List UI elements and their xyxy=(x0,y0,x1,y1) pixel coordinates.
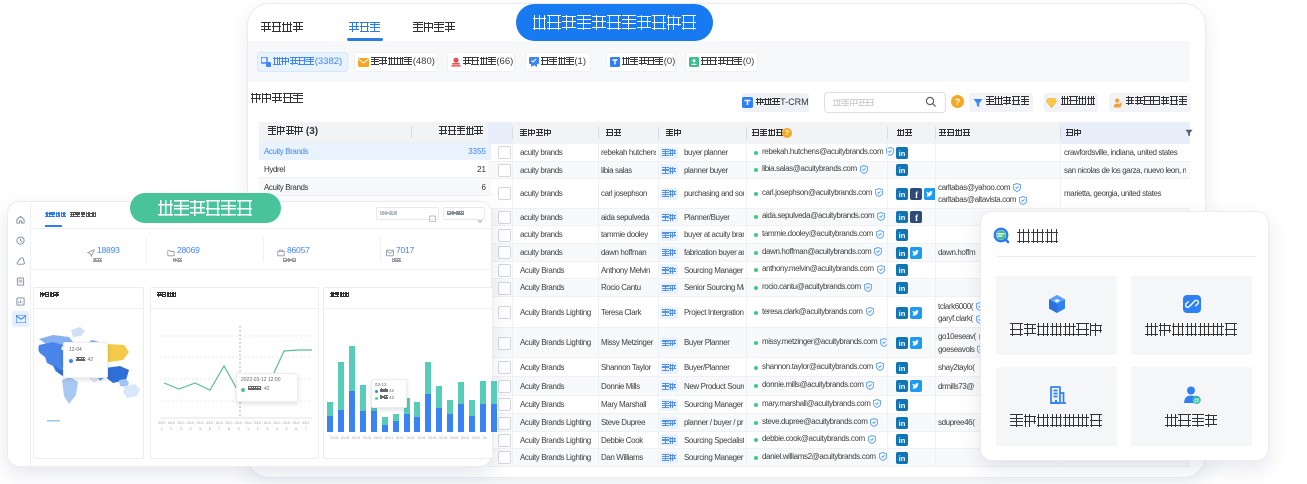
svg-text:in: in xyxy=(899,166,906,175)
svg-text:in: in xyxy=(899,266,906,275)
svg-text:in: in xyxy=(899,231,906,240)
svg-text:in: in xyxy=(899,419,906,428)
svg-text:@: @ xyxy=(1193,397,1200,404)
svg-text:in: in xyxy=(899,284,906,293)
svg-text:in: in xyxy=(899,339,906,348)
svg-text:in: in xyxy=(899,454,906,463)
svg-text:in: in xyxy=(899,149,906,158)
svg-text:in: in xyxy=(899,249,906,258)
svg-text:in: in xyxy=(899,364,906,373)
svg-text:in: in xyxy=(899,436,906,445)
svg-text:in: in xyxy=(899,213,906,222)
svg-text:in: in xyxy=(899,401,906,410)
svg-text:in: in xyxy=(899,309,906,318)
svg-text:in: in xyxy=(899,382,906,391)
svg-text:in: in xyxy=(899,190,906,199)
